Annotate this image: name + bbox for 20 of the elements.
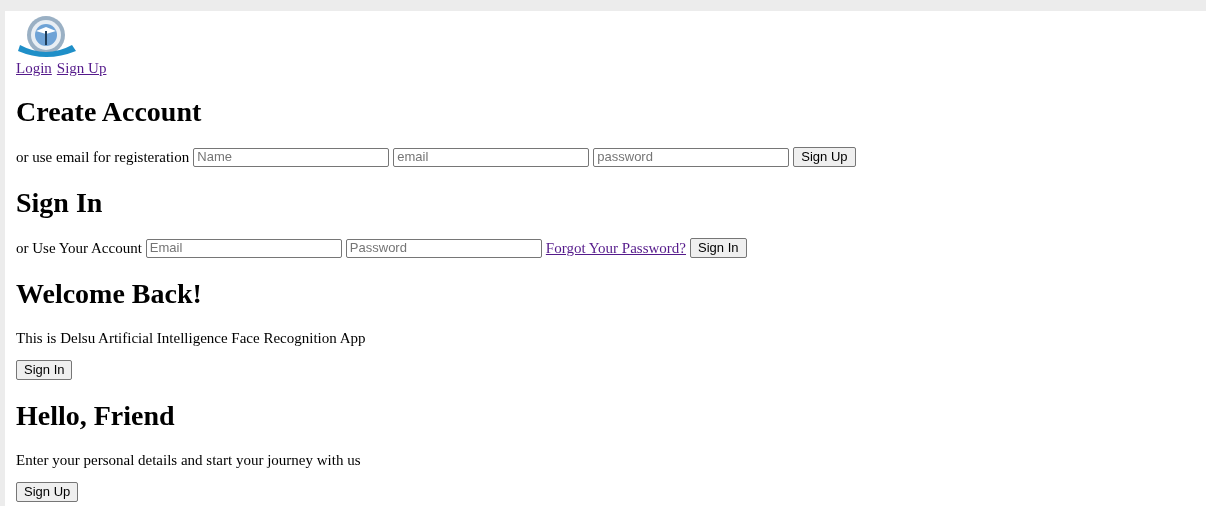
section-heading: Welcome Back! xyxy=(16,277,203,311)
submit-button[interactable]: Sign In xyxy=(690,238,747,258)
panel-text: This is Delsu Artificial Intelligence Face Recognition App xyxy=(16,329,367,347)
panel-text: Enter your personal details and start your journey with us xyxy=(16,450,362,469)
forgot-password-link[interactable]: Forgot Your Password? xyxy=(545,236,686,260)
form-label: or use email for registeration xyxy=(16,147,190,167)
nav-link[interactable]: Login xyxy=(16,59,52,77)
panel-button[interactable]: Sign In xyxy=(16,360,73,380)
text-field[interactable]: email xyxy=(393,147,590,167)
text-field[interactable]: password xyxy=(593,147,790,167)
text-field[interactable]: Email xyxy=(145,238,342,258)
section-heading: Sign In xyxy=(16,186,104,220)
text-field[interactable]: Name xyxy=(193,147,390,167)
text-field[interactable]: Password xyxy=(345,238,542,258)
nav-link[interactable]: Sign Up xyxy=(56,59,107,77)
section-heading: Create Account xyxy=(16,95,203,129)
submit-button[interactable]: Sign Up xyxy=(793,147,856,167)
form-label: or Use Your Account xyxy=(16,238,142,258)
section-heading: Hello, Friend xyxy=(16,398,176,433)
panel-button[interactable]: Sign Up xyxy=(16,481,79,502)
